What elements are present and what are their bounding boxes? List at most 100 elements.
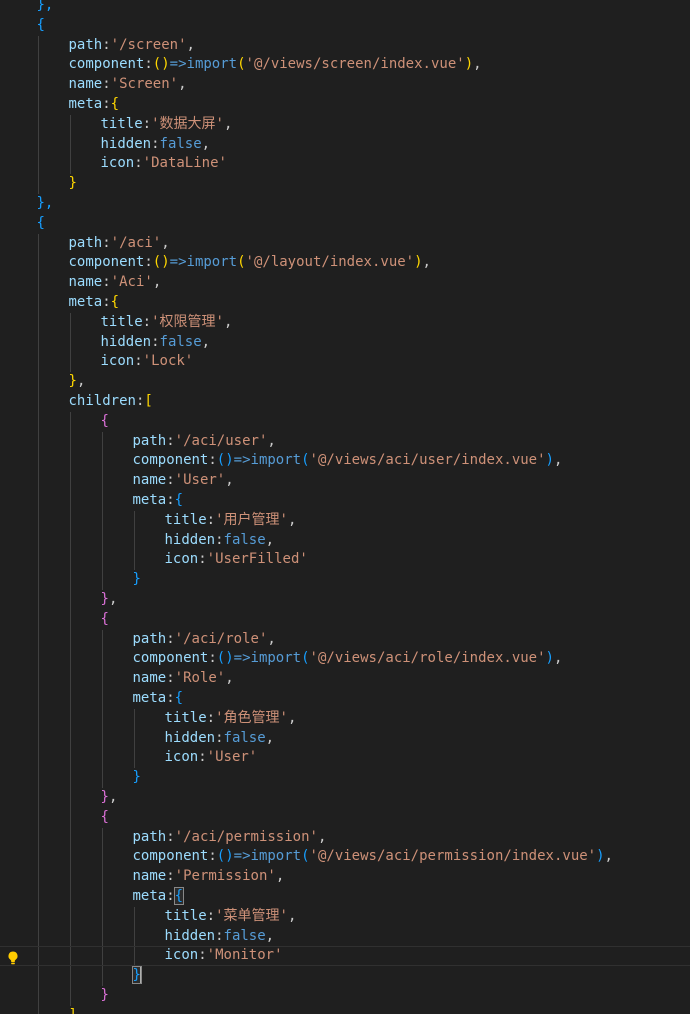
code-line[interactable]: name:'Screen', — [0, 75, 690, 95]
code-text: name:'Permission', — [133, 867, 285, 887]
code-line[interactable]: component:()=>import('@/views/aci/user/i… — [0, 451, 690, 472]
code-line[interactable]: name:'Aci', — [0, 273, 690, 293]
code-text: } — [133, 570, 141, 590]
code-line[interactable]: }, — [0, 372, 690, 392]
code-line[interactable]: }, — [0, 788, 690, 808]
code-token: import — [250, 848, 302, 865]
code-line[interactable]: name:'Role', — [0, 669, 690, 689]
code-token: 'Screen' — [110, 76, 179, 93]
indent-guide — [133, 708, 135, 729]
code-line[interactable]: title:'菜单管理', — [0, 906, 690, 927]
code-line[interactable]: icon:'Lock' — [0, 352, 690, 373]
code-token: icon — [100, 155, 135, 172]
code-line[interactable]: title:'数据大屏', — [0, 114, 690, 135]
code-line[interactable]: }, — [0, 0, 690, 16]
code-line[interactable]: meta:{ — [0, 293, 690, 313]
code-line[interactable]: hidden:false, — [0, 134, 690, 155]
code-token: meta — [68, 96, 103, 112]
code-token: , — [287, 511, 297, 528]
code-line[interactable]: }, — [0, 194, 690, 214]
code-line[interactable]: }, — [0, 590, 690, 610]
code-line[interactable]: { — [0, 16, 690, 36]
code-line[interactable]: meta:{ — [0, 491, 690, 511]
code-text: title:'角色管理', — [165, 709, 297, 729]
code-line[interactable]: path:'/screen', — [0, 35, 690, 56]
code-line[interactable]: icon:'DataLine' — [0, 154, 690, 175]
code-token: title — [164, 511, 207, 528]
code-line[interactable]: name:'User', — [0, 471, 690, 491]
code-token: import — [250, 452, 302, 469]
code-token: 'UserFilled' — [206, 551, 308, 568]
code-token: import — [186, 56, 238, 73]
code-token: '@/views/aci/role/index.vue' — [309, 650, 546, 667]
code-token: icon — [164, 749, 199, 766]
code-line[interactable]: { — [0, 807, 690, 828]
code-editor[interactable]: },{path:'/screen', component:()=>import('… — [0, 0, 690, 1014]
code-token: ( — [237, 254, 246, 271]
code-line[interactable]: name:'Permission', — [0, 867, 690, 887]
code-line[interactable]: meta:{ — [0, 95, 690, 115]
code-token: , — [178, 76, 187, 93]
code-text: { — [101, 412, 109, 432]
code-line[interactable]: meta:{ — [0, 887, 690, 907]
code-line[interactable]: hidden:false, — [0, 728, 690, 749]
code-token: : — [215, 927, 224, 944]
code-token: , — [267, 630, 276, 647]
code-line[interactable]: path:'/aci/role', — [0, 629, 690, 650]
code-line[interactable]: icon:'Monitor' — [0, 946, 690, 967]
code-text: title:'用户管理', — [165, 511, 297, 531]
code-text: icon:'Monitor' — [165, 947, 283, 965]
code-line[interactable]: title:'权限管理', — [0, 312, 690, 333]
code-line[interactable]: title:'角色管理', — [0, 708, 690, 729]
code-line[interactable]: path:'/aci/user', — [0, 431, 690, 452]
code-line[interactable]: } — [0, 966, 690, 986]
code-token: { — [100, 610, 109, 627]
code-text: hidden:false, — [101, 135, 211, 155]
code-token: path — [132, 432, 167, 449]
code-token: { — [110, 294, 120, 310]
code-token: : — [166, 492, 175, 508]
code-line[interactable]: hidden:false, — [0, 530, 690, 551]
code-line[interactable]: ] — [0, 1005, 690, 1014]
code-token: : — [134, 353, 143, 370]
code-line[interactable]: icon:'User' — [0, 748, 690, 769]
code-line[interactable]: component:()=>import('@/layout/index.vue… — [0, 253, 690, 274]
code-token: , — [152, 274, 162, 291]
code-line[interactable]: path:'/aci', — [0, 233, 690, 254]
code-token: : — [134, 155, 143, 172]
code-line[interactable]: title:'用户管理', — [0, 510, 690, 531]
code-line[interactable]: children:[ — [0, 392, 690, 412]
code-line[interactable]: { — [0, 609, 690, 630]
code-line[interactable]: meta:{ — [0, 689, 690, 709]
code-token: , — [108, 591, 118, 607]
indent-guide — [37, 768, 39, 788]
code-line[interactable]: } — [0, 174, 690, 194]
code-line[interactable]: path:'/aci/permission', — [0, 827, 690, 848]
indent-guide — [37, 629, 39, 650]
indent-guide — [69, 570, 71, 590]
code-line[interactable]: hidden:false, — [0, 332, 690, 353]
code-line[interactable]: } — [0, 986, 690, 1006]
code-token: , — [76, 373, 86, 390]
code-text: { — [101, 808, 109, 828]
code-text: meta:{ — [69, 95, 120, 115]
code-text: component:()=>import('@/layout/index.vue… — [69, 253, 431, 273]
code-text: hidden:false, — [165, 531, 275, 551]
indent-guide — [69, 649, 71, 670]
indent-guide — [37, 491, 39, 511]
code-line[interactable]: } — [0, 768, 690, 788]
indent-guide — [69, 411, 71, 432]
indent-guide — [37, 689, 39, 709]
code-token: false — [159, 333, 202, 350]
code-line[interactable]: component:()=>import('@/views/screen/ind… — [0, 55, 690, 76]
code-line[interactable]: { — [0, 214, 690, 234]
code-line[interactable]: } — [0, 570, 690, 590]
code-line[interactable]: hidden:false, — [0, 926, 690, 947]
lightbulb-icon[interactable] — [5, 950, 21, 966]
code-line[interactable]: component:()=>import('@/views/aci/permis… — [0, 847, 690, 868]
code-token: path — [68, 36, 103, 53]
code-line[interactable]: icon:'UserFilled' — [0, 550, 690, 571]
code-line[interactable]: { — [0, 411, 690, 432]
code-text: path:'/aci/user', — [133, 432, 276, 452]
code-line[interactable]: component:()=>import('@/views/aci/role/i… — [0, 649, 690, 670]
